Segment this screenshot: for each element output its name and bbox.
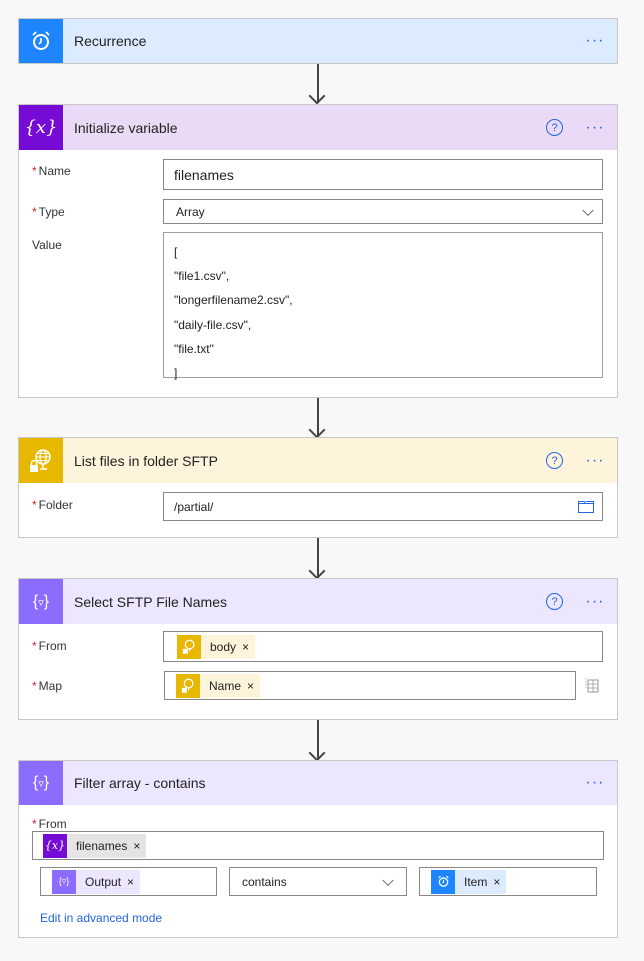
- remove-token-icon[interactable]: ×: [242, 640, 255, 654]
- value-line: "daily-file.csv",: [174, 317, 252, 332]
- more-options-button[interactable]: ···: [584, 593, 606, 609]
- help-icon[interactable]: ?: [546, 119, 563, 136]
- variable-type-select[interactable]: Array: [163, 199, 603, 224]
- value-label: Value: [32, 238, 62, 252]
- from-label: * From: [32, 817, 67, 831]
- type-label: * Type: [32, 205, 65, 219]
- value-line: [: [174, 245, 178, 259]
- output-token[interactable]: {▿} Output ×: [52, 869, 141, 894]
- folder-input[interactable]: /partial/: [163, 492, 603, 521]
- data-operation-icon: {▿}: [19, 761, 63, 805]
- chevron-down-icon: [582, 204, 594, 216]
- from-input[interactable]: body ×: [163, 631, 603, 662]
- from-label: * From: [32, 639, 67, 653]
- flow-arrow: [317, 538, 319, 578]
- required-marker: *: [32, 639, 37, 653]
- value-line: ]: [174, 366, 178, 381]
- recurrence-title: Recurrence: [74, 33, 147, 49]
- condition-operator-select[interactable]: contains: [229, 867, 407, 896]
- list-files-header[interactable]: List files in folder SFTP ? ···: [19, 438, 617, 483]
- alarm-clock-icon: [431, 869, 455, 894]
- more-options-button[interactable]: ···: [584, 119, 606, 135]
- filenames-token[interactable]: {x} filenames ×: [43, 833, 147, 858]
- initialize-variable-card[interactable]: {x} Initialize variable ? ··· * Name file…: [18, 104, 618, 398]
- condition-right-input[interactable]: Item ×: [419, 867, 597, 896]
- filter-array-title: Filter array - contains: [74, 775, 206, 791]
- more-options-button[interactable]: ···: [584, 452, 606, 468]
- sftp-globe-lock-icon: [176, 673, 200, 698]
- more-options-button[interactable]: ···: [584, 775, 606, 791]
- more-options-button[interactable]: ···: [584, 33, 606, 49]
- remove-token-icon[interactable]: ×: [127, 875, 140, 889]
- from-input[interactable]: {x} filenames ×: [32, 831, 604, 860]
- token-label: filenames: [76, 838, 128, 853]
- recurrence-header[interactable]: Recurrence ···: [19, 19, 617, 63]
- required-marker: *: [32, 817, 37, 831]
- folder-picker-icon[interactable]: [578, 500, 594, 516]
- variable-value-textarea[interactable]: [ "file1.csv", "longerfilename2.csv", "d…: [163, 232, 603, 380]
- name-token[interactable]: Name ×: [176, 673, 261, 698]
- required-marker: *: [32, 498, 37, 512]
- condition-left-input[interactable]: {▿} Output ×: [40, 867, 217, 896]
- map-input[interactable]: Name ×: [164, 671, 576, 700]
- list-files-title: List files in folder SFTP: [74, 452, 218, 469]
- initialize-variable-title: Initialize variable: [74, 119, 178, 136]
- data-operation-icon: {▿}: [52, 869, 76, 894]
- select-card[interactable]: {▿} Select SFTP File Names ? ··· * From b…: [18, 578, 618, 720]
- value-line: "file.txt": [174, 341, 214, 356]
- body-token[interactable]: body ×: [177, 634, 256, 659]
- switch-map-mode-icon[interactable]: [585, 677, 599, 696]
- token-label: Output: [85, 874, 122, 889]
- value-line: "file1.csv",: [174, 269, 230, 284]
- select-title: Select SFTP File Names: [74, 593, 228, 610]
- filter-array-card[interactable]: {▿} Filter array - contains ··· * From {x…: [18, 760, 618, 938]
- token-label: Name: [209, 678, 242, 693]
- chevron-down-icon: [382, 874, 394, 886]
- variable-icon: {x}: [19, 105, 63, 150]
- item-token[interactable]: Item ×: [431, 869, 507, 894]
- initialize-variable-header[interactable]: {x} Initialize variable ? ···: [19, 105, 617, 150]
- variable-name-input[interactable]: filenames: [163, 159, 603, 190]
- required-marker: *: [32, 164, 37, 178]
- token-label: body: [210, 639, 237, 654]
- flow-arrow: [317, 398, 319, 437]
- name-label: * Name: [32, 164, 71, 178]
- remove-token-icon[interactable]: ×: [493, 875, 506, 889]
- alarm-clock-icon: [19, 19, 63, 63]
- folder-label: * Folder: [32, 498, 73, 512]
- help-icon[interactable]: ?: [546, 452, 563, 469]
- select-header[interactable]: {▿} Select SFTP File Names ? ···: [19, 579, 617, 624]
- flow-arrow: [317, 64, 319, 103]
- list-files-card[interactable]: List files in folder SFTP ? ··· * Folder …: [18, 437, 618, 538]
- remove-token-icon[interactable]: ×: [247, 679, 260, 693]
- map-label: * Map: [32, 679, 63, 693]
- value-line: "longerfilename2.csv",: [174, 293, 293, 308]
- sftp-globe-lock-icon: [177, 634, 201, 659]
- remove-token-icon[interactable]: ×: [133, 839, 146, 853]
- required-marker: *: [32, 205, 37, 219]
- recurrence-card[interactable]: Recurrence ···: [18, 18, 618, 64]
- data-operation-icon: {▿}: [19, 579, 63, 624]
- flow-arrow: [317, 720, 319, 760]
- sftp-globe-lock-icon: [19, 438, 63, 483]
- variable-icon: {x}: [43, 833, 67, 858]
- filter-array-header[interactable]: {▿} Filter array - contains ···: [19, 761, 617, 805]
- help-icon[interactable]: ?: [546, 593, 563, 610]
- token-label: Item: [464, 874, 488, 889]
- required-marker: *: [32, 679, 37, 693]
- edit-advanced-mode-link[interactable]: Edit in advanced mode: [40, 911, 162, 925]
